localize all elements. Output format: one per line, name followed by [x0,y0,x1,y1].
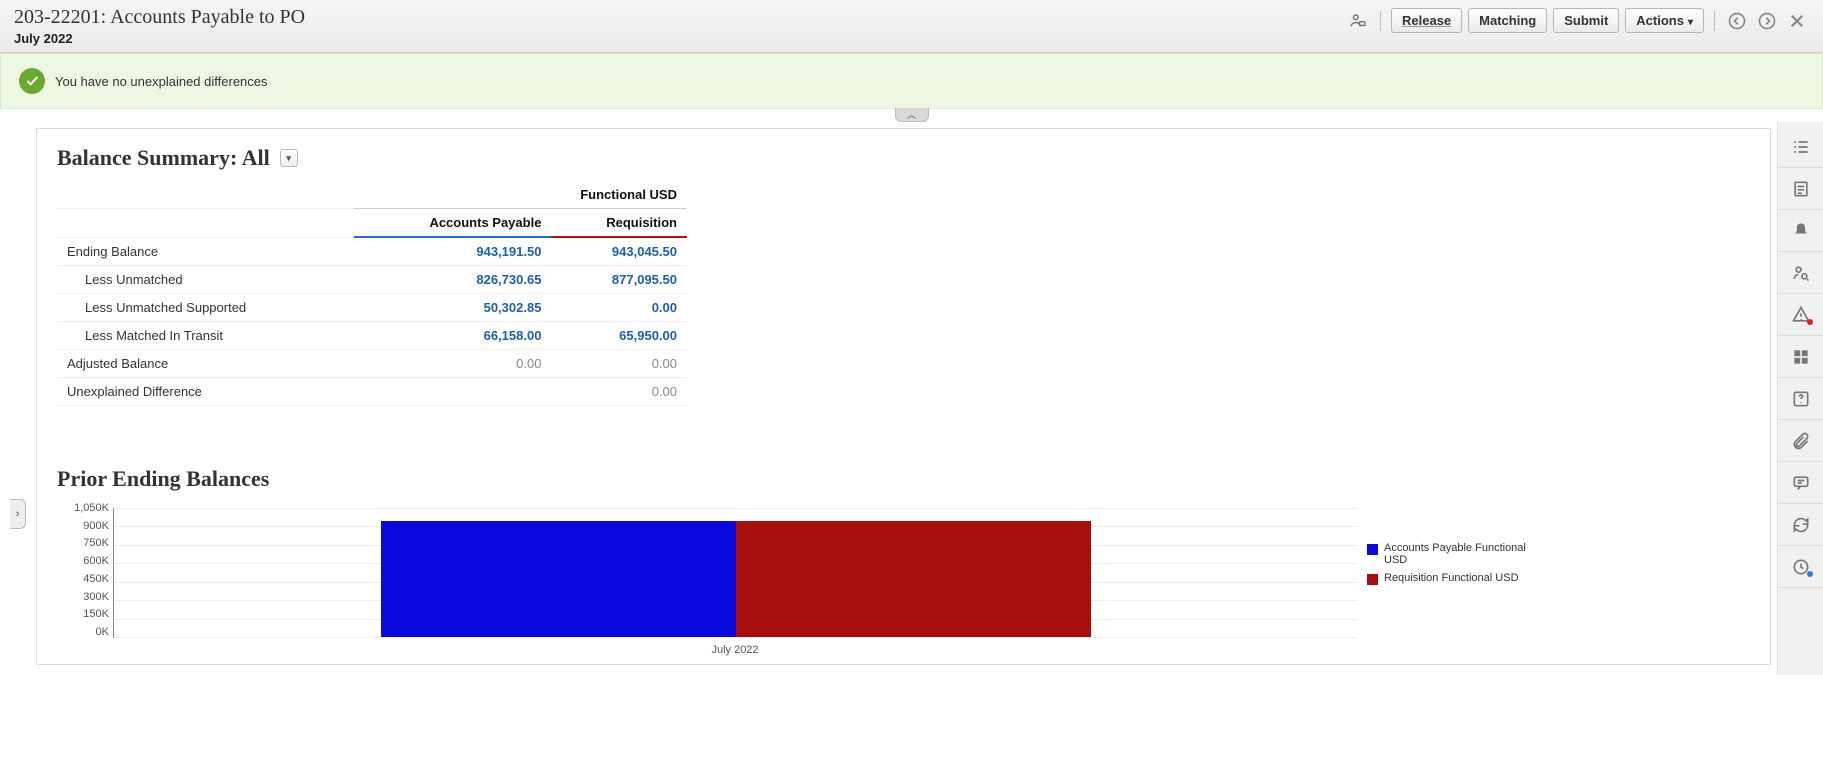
right-rail [1777,122,1823,675]
prev-icon[interactable] [1725,9,1749,33]
row-label: Less Matched In Transit [57,322,354,350]
row-value-accounts-payable[interactable]: 66,158.00 [354,322,551,350]
row-label: Adjusted Balance [57,350,354,378]
rail-attachment-icon[interactable] [1778,420,1823,462]
y-tick-label: 600K [57,555,109,567]
expand-right-icon[interactable]: › [10,499,26,529]
table-row: Unexplained Difference 0.00 [57,378,687,406]
rail-list-icon[interactable] [1778,126,1823,168]
y-tick-label: 450K [57,573,109,585]
row-value-accounts-payable[interactable]: 50,302.85 [354,294,551,322]
row-value-requisition[interactable]: 65,950.00 [551,322,687,350]
row-value-requisition[interactable]: 877,095.50 [551,266,687,294]
matching-button[interactable]: Matching [1468,8,1547,33]
legend-label: Accounts Payable Functional USD [1384,542,1527,566]
chart-legend: Accounts Payable Functional USD Requisiti… [1367,502,1527,652]
status-bar: You have no unexplained differences [0,53,1823,109]
summary-scope-dropdown[interactable]: ▾ [280,149,298,167]
collapse-handle: ︿ [0,108,1823,122]
chart-y-axis: 1,050K 900K 750K 600K 450K 300K 150K 0K [57,502,109,638]
row-value-requisition[interactable]: 0.00 [551,294,687,322]
table-row: Less Matched In Transit66,158.0065,950.0… [57,322,687,350]
legend-item: Accounts Payable Functional USD [1367,542,1527,566]
status-message: You have no unexplained differences [55,74,268,89]
col-header-requisition: Requisition [551,209,687,238]
row-value-accounts-payable [354,378,551,406]
rail-grid-icon[interactable] [1778,336,1823,378]
rail-document-icon[interactable] [1778,168,1823,210]
row-value-accounts-payable: 0.00 [354,350,551,378]
chart-bar[interactable] [381,521,736,637]
user-role-icon[interactable] [1346,9,1370,33]
row-value-requisition[interactable]: 943,045.50 [551,237,687,266]
row-value-requisition: 0.00 [551,350,687,378]
row-value-accounts-payable[interactable]: 826,730.65 [354,266,551,294]
legend-swatch [1367,544,1378,555]
y-tick-label: 1,050K [57,502,109,514]
chart-plot-area [113,508,1357,638]
separator [1380,11,1381,31]
y-tick-label: 750K [57,537,109,549]
table-super-header: Functional USD [354,181,687,209]
clock-badge [1807,571,1813,577]
rail-refresh-icon[interactable] [1778,504,1823,546]
balance-summary-title: Balance Summary: All ▾ [57,145,1750,171]
separator [1714,11,1715,31]
legend-label: Requisition Functional USD [1384,572,1519,584]
actions-button[interactable]: Actions▾ [1625,8,1704,33]
y-tick-label: 150K [57,608,109,620]
chart-bar[interactable] [736,521,1091,637]
row-value-requisition: 0.00 [551,378,687,406]
row-label: Unexplained Difference [57,378,354,406]
row-label: Ending Balance [57,237,354,266]
row-label: Less Unmatched Supported [57,294,354,322]
page-period: July 2022 [14,31,305,46]
y-tick-label: 900K [57,520,109,532]
alert-badge [1807,319,1813,325]
table-row: Less Unmatched Supported50,302.850.00 [57,294,687,322]
col-header-accounts-payable: Accounts Payable [354,209,551,238]
success-check-icon [19,68,45,94]
rail-user-search-icon[interactable] [1778,252,1823,294]
release-button[interactable]: Release [1391,8,1462,33]
rail-help-icon[interactable] [1778,378,1823,420]
rail-clock-icon[interactable] [1778,546,1823,588]
legend-item: Requisition Functional USD [1367,572,1527,585]
submit-button[interactable]: Submit [1553,8,1619,33]
rail-alert-icon[interactable] [1778,294,1823,336]
next-icon[interactable] [1755,9,1779,33]
main-panel: Balance Summary: All ▾ Functional USD Ac… [36,128,1771,665]
prior-ending-balances-title: Prior Ending Balances [57,466,1750,492]
page-header: 203-22201: Accounts Payable to PO July 2… [0,0,1823,53]
page-title: 203-22201: Accounts Payable to PO [14,6,305,29]
left-drawer: › [0,122,36,675]
row-label: Less Unmatched [57,266,354,294]
balance-summary-table: Functional USD Accounts Payable Requisit… [57,181,687,406]
table-row: Ending Balance943,191.50943,045.50 [57,237,687,266]
close-icon[interactable] [1785,9,1809,33]
row-value-accounts-payable[interactable]: 943,191.50 [354,237,551,266]
y-tick-label: 300K [57,591,109,603]
table-row: Less Unmatched826,730.65877,095.50 [57,266,687,294]
chevron-down-icon: ▾ [1688,17,1693,28]
chart-x-label: July 2022 [113,644,1357,656]
header-right: Release Matching Submit Actions▾ [1346,6,1809,33]
header-left: 203-22201: Accounts Payable to PO July 2… [14,6,305,46]
table-row: Adjusted Balance0.000.00 [57,350,687,378]
prior-ending-balances-chart: 1,050K900K750K600K450K300K150K0K July 20… [57,502,1750,652]
legend-swatch [1367,574,1378,585]
collapse-up-icon[interactable]: ︿ [895,108,929,122]
y-tick-label: 0K [57,626,109,638]
rail-bell-icon[interactable] [1778,210,1823,252]
rail-comment-icon[interactable] [1778,462,1823,504]
